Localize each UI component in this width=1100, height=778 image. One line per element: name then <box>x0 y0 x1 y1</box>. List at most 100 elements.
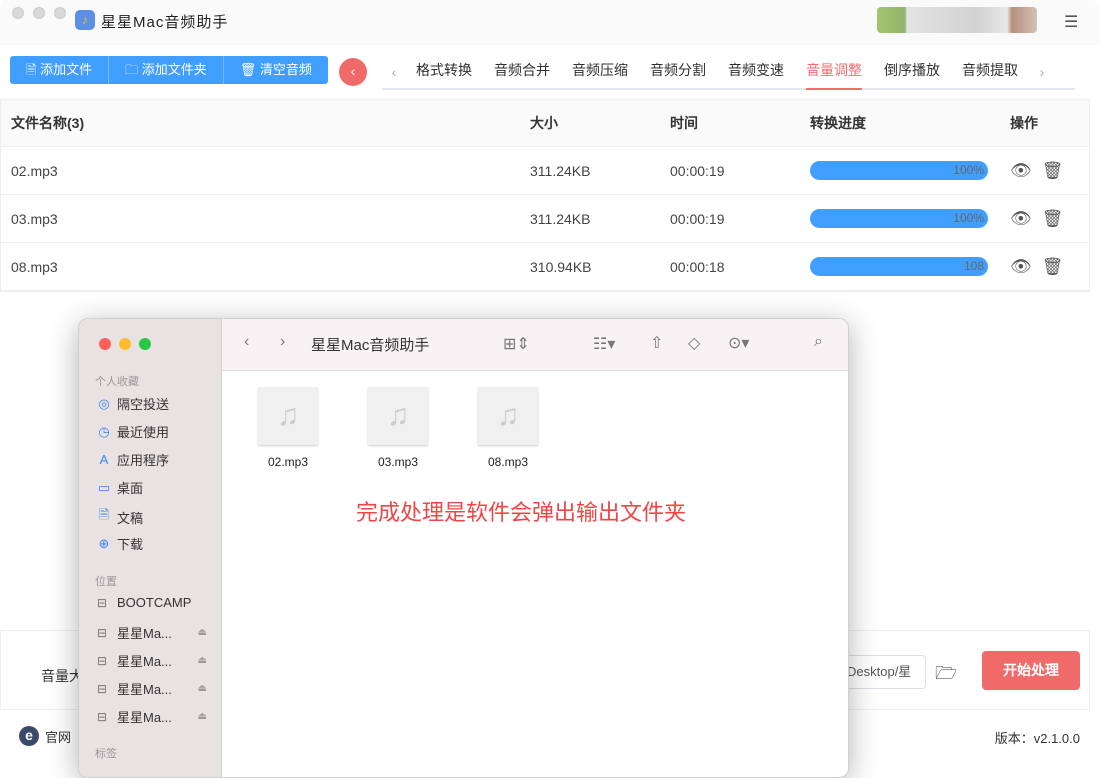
add-file-button[interactable]: 🗎 添加文件 <box>10 56 110 84</box>
website-link[interactable]: e 官网 <box>19 726 71 746</box>
sidebar-item-airdrop[interactable]: ◎ 隔空投送 <box>97 394 207 413</box>
trash-icon[interactable]: 🗑 <box>1042 257 1064 277</box>
sidebar-item-location[interactable]: ⊟ BOOTCAMP <box>97 595 207 610</box>
audio-file-icon: ♫ <box>368 387 428 445</box>
tab-volume[interactable]: 音量调整 <box>796 56 872 90</box>
applications-icon: A <box>99 452 109 467</box>
sidebar-item-desktop[interactable]: ▭ 桌面 <box>97 478 207 497</box>
progress-cell: 100% <box>800 209 1000 228</box>
tab-speed[interactable]: 音频变速 <box>718 56 794 88</box>
finder-zoom-button[interactable] <box>139 338 151 350</box>
annotation-text: 完成处理是软件会弹出输出文件夹 <box>356 500 687 525</box>
eye-icon[interactable]: 👁 <box>1010 209 1032 229</box>
sidebar-item-label: 桌面 <box>117 481 144 496</box>
collapse-button[interactable]: ‹ <box>339 58 367 86</box>
volume-label: 音量大 <box>41 668 83 684</box>
folder-icon[interactable]: 🗁 <box>935 661 957 691</box>
tag-icon[interactable]: ◇ <box>688 333 700 353</box>
sidebar-item-label: 星星Ma... <box>117 626 172 641</box>
file-size: 310.94KB <box>530 258 592 275</box>
tab-merge[interactable]: 音频合并 <box>484 56 560 88</box>
actions-cell: 👁 🗑 <box>1000 209 1063 229</box>
tags-label: 标签 <box>95 748 117 760</box>
zoom-button[interactable] <box>54 7 66 19</box>
table-row[interactable]: 02.mp3 311.24KB 00:00:19 100% 👁 🗑 <box>1 147 1089 195</box>
eject-icon[interactable]: ⏏ <box>198 655 207 666</box>
file-size: 311.24KB <box>530 162 591 179</box>
disk-icon: ⊟ <box>97 709 108 724</box>
tab-reverse[interactable]: 倒序播放 <box>874 56 950 88</box>
tabs-next-icon[interactable]: › <box>1030 64 1054 80</box>
sidebar-item-location[interactable]: ⊟ 星星Ma... ⏏ <box>97 679 207 698</box>
table-row[interactable]: 08.mp3 310.94KB 00:00:18 108 👁 🗑 <box>1 243 1089 291</box>
grid-view-icon[interactable]: ⊞⇕ <box>503 334 530 354</box>
sidebar-item-location[interactable]: ⊟ 星星Ma... ⏏ <box>97 707 207 726</box>
eject-icon[interactable]: ⏏ <box>198 683 207 694</box>
disk-icon: ⊟ <box>97 681 108 696</box>
user-account[interactable] <box>877 7 1037 33</box>
minimize-button[interactable] <box>33 7 45 19</box>
file-table: 文件名称(3) 大小 时间 转换进度 操作 02.mp3 311.24KB 00… <box>0 99 1090 292</box>
sidebar-item-label: 隔空投送 <box>117 397 170 412</box>
tab-compress[interactable]: 音频压缩 <box>562 56 638 88</box>
forward-icon[interactable]: › <box>280 333 285 351</box>
finder-title: 星星Mac音频助手 <box>311 337 430 354</box>
trash-icon[interactable]: 🗑 <box>1042 161 1064 181</box>
clear-button[interactable]: 🗑 清空音频 <box>223 56 328 84</box>
eject-icon[interactable]: ⏏ <box>198 627 207 638</box>
website-label: 官网 <box>45 729 72 745</box>
sidebar-item-downloads[interactable]: ⊕ 下载 <box>97 534 207 553</box>
finder-sidebar: 个人收藏 ◎ 隔空投送 ◷ 最近使用 A 应用程序 ▭ 桌面 🗎 文稿 ⊕ 下载 位置 ⊟ B… <box>79 319 222 777</box>
disk-icon: ⊟ <box>97 595 108 610</box>
progress-cell: 100% <box>800 161 1000 180</box>
sidebar-item-label: 星星Ma... <box>117 682 172 697</box>
more-icon[interactable]: ⊙▾ <box>728 333 749 353</box>
sidebar-item-location[interactable]: ⊟ 星星Ma... ⏏ <box>97 623 207 642</box>
finder-close-button[interactable] <box>99 338 111 350</box>
audio-file-icon: ♫ <box>478 387 538 445</box>
tab-format[interactable]: 格式转换 <box>406 56 482 88</box>
desktop-icon: ▭ <box>97 479 111 495</box>
sidebar-item-label: 星星Ma... <box>117 710 172 725</box>
search-icon[interactable]: ⌕ <box>814 333 823 351</box>
close-button[interactable] <box>12 7 24 19</box>
trash-icon[interactable]: 🗑 <box>1042 209 1064 229</box>
tab-split[interactable]: 音频分割 <box>640 56 716 88</box>
file-size: 311.24KB <box>530 210 591 227</box>
tabs-prev-icon[interactable]: ‹ <box>382 64 406 80</box>
download-icon: ⊕ <box>98 535 110 551</box>
file-item[interactable]: ♫ 03.mp3 <box>368 387 428 469</box>
file-item[interactable]: ♫ 02.mp3 <box>258 387 318 469</box>
sidebar-item-documents[interactable]: 🗎 文稿 <box>97 506 207 528</box>
finder-window: 个人收藏 ◎ 隔空投送 ◷ 最近使用 A 应用程序 ▭ 桌面 🗎 文稿 ⊕ 下载 位置 ⊟ B… <box>78 318 849 778</box>
app-logo-icon: ♪ <box>75 10 95 30</box>
sidebar-item-location[interactable]: ⊟ 星星Ma... ⏏ <box>97 651 207 670</box>
clear-label: 清空音频 <box>259 62 312 77</box>
sliders-icon[interactable]: ☰ <box>1064 12 1078 32</box>
table-header: 文件名称(3) 大小 时间 转换进度 操作 <box>1 100 1089 147</box>
file-item[interactable]: ♫ 08.mp3 <box>478 387 538 469</box>
eject-icon[interactable]: ⏏ <box>198 711 207 722</box>
finder-minimize-button[interactable] <box>119 338 131 350</box>
output-path-input[interactable]: Desktop/星 <box>836 655 926 689</box>
table-row[interactable]: 03.mp3 311.24KB 00:00:19 100% 👁 🗑 <box>1 195 1089 243</box>
tab-extract[interactable]: 音频提取 <box>952 56 1028 88</box>
version: 版本：v2.1.0.0 <box>994 731 1080 746</box>
actions-cell: 👁 🗑 <box>1000 161 1063 181</box>
start-button[interactable]: 开始处理 <box>982 651 1080 690</box>
file-name: 02.mp3 <box>11 162 58 179</box>
add-folder-button[interactable]: 🗀 添加文件夹 <box>109 56 224 84</box>
sidebar-item-label: BOOTCAMP <box>117 595 192 610</box>
sidebar-item-recents[interactable]: ◷ 最近使用 <box>97 422 207 441</box>
group-icon[interactable]: ☷▾ <box>593 334 615 354</box>
file-duration: 00:00:18 <box>670 258 725 275</box>
eye-icon[interactable]: 👁 <box>1010 257 1032 277</box>
title-bar: ♪ 星星Mac音频助手 ☰ <box>0 0 1100 45</box>
share-icon[interactable]: ⇧ <box>650 333 663 353</box>
back-icon[interactable]: ‹ <box>244 333 249 351</box>
file-name: 08.mp3 <box>11 258 58 275</box>
file-name: 03.mp3 <box>11 210 58 227</box>
sidebar-item-applications[interactable]: A 应用程序 <box>97 450 207 469</box>
eye-icon[interactable]: 👁 <box>1010 161 1032 181</box>
header-time: 时间 <box>670 115 698 131</box>
